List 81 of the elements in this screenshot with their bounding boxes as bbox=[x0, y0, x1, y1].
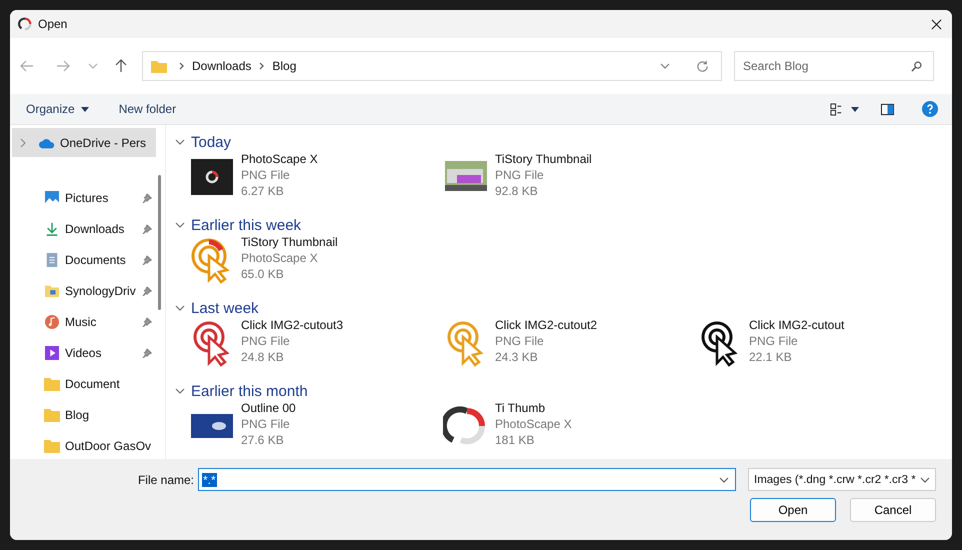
sidebar-item[interactable]: Music bbox=[12, 306, 156, 337]
picture-icon bbox=[44, 190, 60, 204]
file-type-dropdown[interactable]: Images (*.dng *.crw *.cr2 *.cr3 * bbox=[748, 468, 936, 491]
file-type: PhotoScape X bbox=[241, 250, 319, 266]
scrollbar-thumb[interactable] bbox=[158, 175, 161, 310]
breadcrumb[interactable]: Downloads bbox=[192, 59, 252, 73]
chevron-down-icon[interactable] bbox=[175, 388, 185, 394]
search-icon bbox=[911, 61, 922, 72]
chevron-down-icon[interactable] bbox=[175, 305, 185, 311]
file-type: PNG File bbox=[241, 416, 291, 432]
sidebar-item[interactable]: Documents bbox=[12, 244, 156, 275]
sidebar-item[interactable]: Pictures bbox=[12, 182, 156, 213]
sidebar-item[interactable]: OneDrive - Pers bbox=[12, 128, 156, 157]
file-type: PNG File bbox=[749, 333, 799, 349]
address-bar[interactable]: Downloads Blog bbox=[142, 51, 722, 81]
chevron-down-icon[interactable] bbox=[175, 222, 185, 228]
file-type: PNG File bbox=[495, 333, 545, 349]
preview-pane-icon[interactable] bbox=[881, 102, 894, 116]
file-type: PNG File bbox=[241, 167, 291, 183]
chevron-down-icon[interactable] bbox=[719, 476, 729, 482]
file-size: 65.0 KB bbox=[241, 266, 285, 282]
organize-menu-button[interactable]: Organize bbox=[18, 99, 97, 119]
app-logo-icon bbox=[18, 17, 32, 31]
file-name[interactable]: PhotoScape X bbox=[241, 151, 318, 167]
sidebar-item[interactable]: Videos bbox=[12, 337, 156, 368]
new-folder-button[interactable]: New folder bbox=[110, 99, 184, 119]
search-field[interactable]: Search Blog bbox=[734, 51, 934, 81]
file-name[interactable]: Click IMG2-cutout bbox=[749, 317, 844, 333]
chevron-down-icon[interactable] bbox=[660, 63, 670, 69]
group-heading: Earlier this week bbox=[191, 216, 302, 234]
sidebar-item[interactable]: Blog bbox=[12, 399, 156, 430]
help-icon[interactable] bbox=[922, 101, 938, 117]
group-heading: Today bbox=[191, 134, 232, 150]
folder-icon bbox=[151, 60, 167, 72]
file-name[interactable]: Click IMG2-cutout3 bbox=[241, 317, 344, 333]
view-options-icon[interactable] bbox=[830, 102, 843, 116]
file-name[interactable]: TiStory Thumbnail bbox=[495, 151, 592, 167]
file-name[interactable]: TiStory Thumbnail bbox=[241, 234, 338, 250]
file-name[interactable]: Ti Thumb bbox=[495, 400, 572, 416]
file-name[interactable]: Outline 00 bbox=[241, 400, 296, 416]
sidebar-item[interactable]: SynologyDriv bbox=[12, 275, 156, 306]
file-type: PhotoScape X bbox=[495, 416, 572, 432]
chevron-right-icon bbox=[179, 62, 184, 70]
sidebar-item[interactable]: OutDoor GasOv bbox=[12, 430, 156, 459]
file-size: 181 KB bbox=[495, 432, 536, 448]
video-icon bbox=[44, 346, 60, 360]
file-size: 6.27 KB bbox=[241, 183, 285, 199]
refresh-icon[interactable] bbox=[696, 60, 709, 72]
folder-icon bbox=[44, 438, 60, 452]
up-arrow-icon[interactable] bbox=[114, 59, 128, 73]
file-size: 92.8 KB bbox=[495, 183, 539, 199]
file-size: 27.6 KB bbox=[241, 432, 285, 448]
file-type: PNG File bbox=[241, 333, 291, 349]
chevron-right-icon bbox=[259, 62, 264, 70]
sidebar-item[interactable]: Document bbox=[12, 368, 156, 399]
file-size: 24.8 KB bbox=[241, 349, 285, 365]
file-name-field[interactable]: *.* bbox=[198, 468, 736, 491]
folder-icon bbox=[44, 284, 60, 298]
breadcrumb[interactable]: Blog bbox=[272, 59, 296, 73]
close-icon[interactable] bbox=[931, 18, 942, 30]
group-heading: Earlier this month bbox=[191, 382, 308, 400]
chevron-down-icon bbox=[920, 476, 930, 482]
sidebar-item[interactable]: Downloads bbox=[12, 213, 156, 244]
window-title: Open bbox=[38, 17, 68, 31]
file-size: 24.3 KB bbox=[495, 349, 539, 365]
folder-icon bbox=[44, 376, 60, 390]
file-name-label: File name: bbox=[138, 472, 194, 486]
open-button[interactable]: Open bbox=[750, 498, 836, 522]
document-icon bbox=[44, 252, 60, 266]
caret-icon bbox=[80, 106, 89, 112]
cancel-button[interactable]: Cancel bbox=[850, 498, 936, 522]
group-heading: Last week bbox=[191, 300, 259, 316]
chevron-right-icon[interactable] bbox=[20, 138, 26, 148]
chevron-down-icon[interactable] bbox=[175, 139, 185, 145]
caret-icon[interactable] bbox=[851, 106, 859, 112]
file-type: PNG File bbox=[495, 167, 545, 183]
download-icon bbox=[44, 222, 60, 236]
file-size: 22.1 KB bbox=[749, 349, 793, 365]
music-icon bbox=[44, 314, 60, 328]
folder-icon bbox=[44, 408, 60, 422]
file-name[interactable]: Click IMG2-cutout2 bbox=[495, 317, 598, 333]
